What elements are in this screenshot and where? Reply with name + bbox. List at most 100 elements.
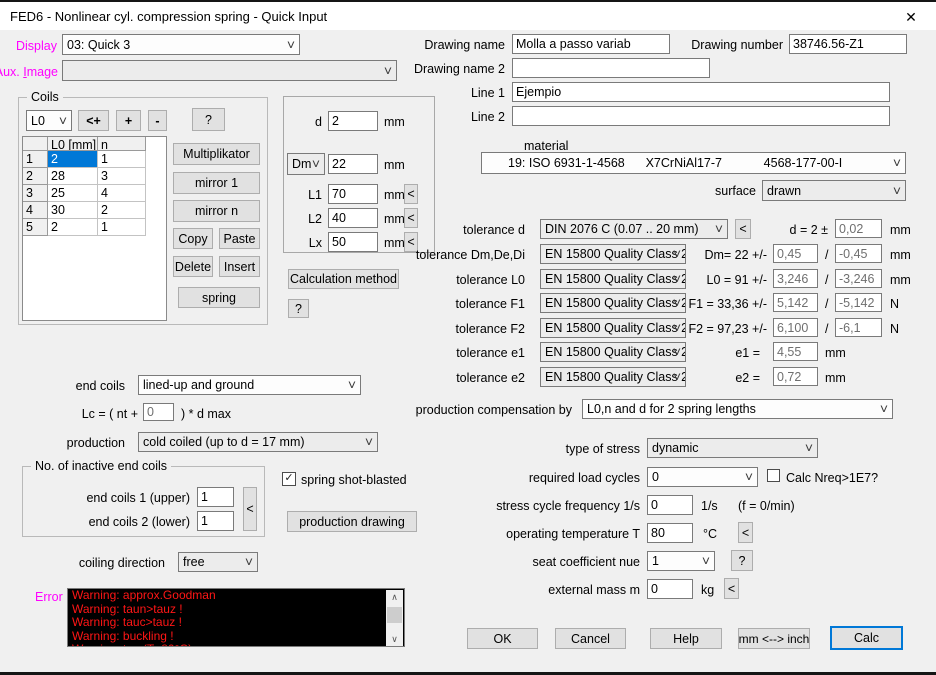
end-coils-pick-button[interactable]: < — [243, 487, 257, 531]
l2-input[interactable] — [328, 208, 378, 228]
delete-button[interactable]: Delete — [173, 256, 213, 277]
temperature-pick-button[interactable]: < — [738, 522, 753, 543]
surface-select[interactable]: drawn ˅ — [762, 180, 906, 201]
end-coils-1-input[interactable] — [197, 487, 234, 507]
ok-button[interactable]: OK — [467, 628, 538, 649]
tolerance-dm-select[interactable]: EN 15800 Quality Class 2˅ — [540, 244, 686, 264]
drawing-name-input[interactable] — [512, 34, 670, 54]
table-row[interactable]: 4 30 2 — [23, 202, 166, 219]
calc-nreq-checkbox[interactable] — [767, 469, 780, 482]
tolerance-f1-select[interactable]: EN 15800 Quality Class 2˅ — [540, 293, 686, 313]
geometry-help-button[interactable]: ? — [288, 299, 309, 318]
table-cell[interactable]: 25 — [48, 185, 98, 202]
error-list[interactable]: Warning: approx.Goodman Warning: taun>ta… — [67, 588, 405, 647]
shot-blasted-label: spring shot-blasted — [301, 473, 407, 488]
lc-input[interactable] — [143, 403, 174, 421]
calculation-method-button[interactable]: Calculation method — [288, 269, 399, 289]
table-row[interactable]: 2 28 3 — [23, 168, 166, 185]
l1-pick-button[interactable]: < — [404, 184, 418, 204]
coils-column-select[interactable]: L0 ˅ — [26, 110, 72, 131]
coils-table[interactable]: L0 [mm] n 1 2 1 2 28 3 3 25 4 4 30 2 5 2… — [22, 136, 167, 321]
error-scrollbar[interactable]: ∧ ∨ — [386, 590, 403, 647]
spring-button[interactable]: spring — [178, 287, 260, 308]
coiling-direction-select[interactable]: free˅ — [178, 552, 258, 572]
tolerance-d-pick-button[interactable]: < — [735, 219, 751, 239]
mm-inch-toggle-button[interactable]: mm <--> inch — [738, 628, 810, 649]
table-cell[interactable]: 1 — [98, 219, 146, 236]
table-cell[interactable]: 30 — [48, 202, 98, 219]
remove-row-button[interactable]: - — [148, 110, 167, 131]
type-of-stress-select[interactable]: dynamic˅ — [647, 438, 818, 458]
copy-button[interactable]: Copy — [173, 228, 213, 249]
aux-image-select[interactable]: ˅ — [62, 60, 397, 81]
row-header[interactable]: 3 — [23, 185, 48, 202]
table-cell[interactable]: 3 — [98, 168, 146, 185]
external-mass-label: external mass m — [548, 583, 640, 598]
row-header[interactable]: 4 — [23, 202, 48, 219]
table-cell[interactable]: 4 — [98, 185, 146, 202]
close-icon[interactable]: ✕ — [890, 4, 932, 30]
display-select[interactable]: 03: Quick 3 ˅ — [62, 34, 300, 55]
l2-pick-button[interactable]: < — [404, 208, 418, 228]
line2-input[interactable] — [512, 106, 890, 126]
table-cell[interactable]: 1 — [98, 151, 146, 168]
add-row-button[interactable]: + — [116, 110, 141, 131]
external-mass-input[interactable] — [647, 579, 693, 599]
mass-pick-button[interactable]: < — [724, 578, 739, 599]
line1-input[interactable] — [512, 82, 890, 102]
stress-cycle-frequency-input[interactable] — [647, 495, 693, 515]
seat-coefficient-select[interactable]: 1˅ — [647, 551, 715, 571]
table-cell-selected[interactable]: 2 — [48, 151, 98, 168]
tolerance-e2-select[interactable]: EN 15800 Quality Class 2˅ — [540, 367, 686, 387]
drawing-number-input[interactable] — [789, 34, 907, 54]
scrollbar-thumb[interactable] — [387, 607, 402, 623]
slash: / — [825, 322, 828, 337]
lx-input[interactable] — [328, 232, 378, 252]
multiplikator-button[interactable]: Multiplikator — [173, 143, 260, 165]
table-cell[interactable]: 28 — [48, 168, 98, 185]
end-coils-2-input[interactable] — [197, 511, 234, 531]
table-row[interactable]: 5 2 1 — [23, 219, 166, 236]
material-select[interactable]: 19: ISO 6931-1-4568 X7CrNiAl17-7 4568-17… — [481, 152, 906, 174]
tolerance-f2-select[interactable]: EN 15800 Quality Class 2˅ — [540, 318, 686, 338]
error-label: Error : — [35, 590, 70, 605]
tolerance-l0-select[interactable]: EN 15800 Quality Class 2˅ — [540, 269, 686, 289]
mirror-n-button[interactable]: mirror n — [173, 200, 260, 222]
mirror-1-button[interactable]: mirror 1 — [173, 172, 260, 194]
type-of-stress-label: type of stress — [566, 442, 640, 457]
tolerance-dm-minus — [835, 244, 882, 263]
shot-blasted-checkbox[interactable]: ✓ — [282, 472, 296, 486]
tolerance-d-select[interactable]: DIN 2076 C (0.07 .. 20 mm)˅ — [540, 219, 728, 239]
drawing-name2-input[interactable] — [512, 58, 710, 78]
scroll-down-icon[interactable]: ∨ — [386, 632, 403, 647]
l1-input[interactable] — [328, 184, 378, 204]
cancel-button[interactable]: Cancel — [555, 628, 626, 649]
d-input[interactable] — [328, 111, 378, 131]
seat-help-button[interactable]: ? — [731, 550, 753, 571]
production-select[interactable]: cold coiled (up to d = 17 mm)˅ — [138, 432, 378, 452]
required-load-cycles-select[interactable]: 0˅ — [647, 467, 758, 487]
paste-button[interactable]: Paste — [219, 228, 260, 249]
add-column-button[interactable]: <+ — [78, 110, 109, 131]
row-header[interactable]: 2 — [23, 168, 48, 185]
production-drawing-button[interactable]: production drawing — [287, 511, 417, 532]
row-header[interactable]: 1 — [23, 151, 48, 168]
table-row[interactable]: 1 2 1 — [23, 151, 166, 168]
table-cell[interactable]: 2 — [48, 219, 98, 236]
operating-temperature-input[interactable] — [647, 523, 693, 543]
dm-input[interactable] — [328, 154, 378, 174]
tolerance-f2-plus — [773, 318, 818, 337]
dm-select[interactable]: Dm ˅ — [287, 153, 325, 175]
tolerance-e1-select[interactable]: EN 15800 Quality Class 2˅ — [540, 342, 686, 362]
display-label: Display — [16, 39, 57, 54]
row-header[interactable]: 5 — [23, 219, 48, 236]
table-row[interactable]: 3 25 4 — [23, 185, 166, 202]
coils-help-button[interactable]: ? — [192, 108, 225, 131]
help-button[interactable]: Help — [650, 628, 722, 649]
calc-button[interactable]: Calc — [830, 626, 903, 650]
insert-button[interactable]: Insert — [219, 256, 260, 277]
production-compensation-select[interactable]: L0,n and d for 2 spring lengths˅ — [582, 399, 893, 419]
table-cell[interactable]: 2 — [98, 202, 146, 219]
end-coils-select[interactable]: lined-up and ground˅ — [138, 375, 361, 395]
scroll-up-icon[interactable]: ∧ — [386, 590, 403, 605]
